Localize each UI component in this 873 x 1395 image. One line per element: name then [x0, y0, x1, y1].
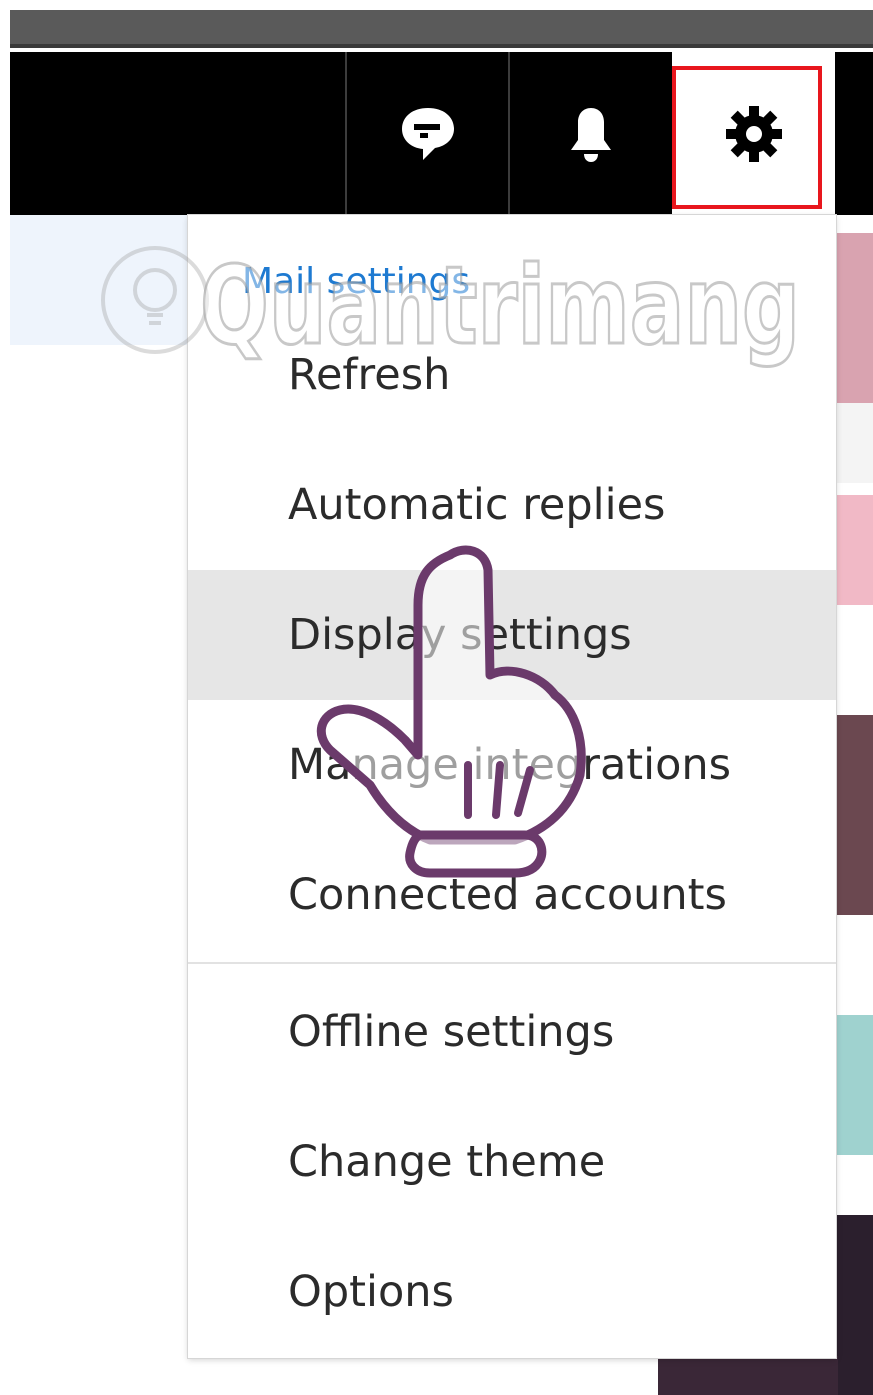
- browser-chrome-bar: [10, 10, 873, 48]
- menu-item-display-settings[interactable]: Display settings: [188, 570, 836, 700]
- settings-dropdown-menu: Mail settings Refresh Automatic replies …: [188, 215, 836, 1358]
- menu-item-options[interactable]: Options: [188, 1227, 836, 1357]
- menu-item-offline-settings[interactable]: Offline settings: [188, 967, 836, 1097]
- settings-button[interactable]: [672, 52, 835, 215]
- menu-divider: [188, 962, 836, 964]
- menu-item-refresh[interactable]: Refresh: [188, 310, 836, 440]
- app-header: [10, 52, 873, 215]
- ad-image: [835, 1015, 873, 1155]
- menu-item-manage-integrations[interactable]: Manage integrations: [188, 700, 836, 830]
- ad-image: [835, 715, 873, 915]
- ad-sidebar: [835, 215, 873, 1395]
- gear-icon: [725, 105, 782, 162]
- chat-icon: [401, 107, 454, 160]
- ad-image: [835, 495, 873, 605]
- ad-image: [835, 403, 873, 483]
- top-strip: [0, 0, 873, 10]
- mail-settings-link[interactable]: Mail settings: [242, 261, 470, 302]
- bell-icon: [570, 107, 611, 162]
- chat-button[interactable]: [347, 52, 508, 215]
- notifications-button[interactable]: [510, 52, 671, 215]
- menu-item-change-theme[interactable]: Change theme: [188, 1097, 836, 1227]
- menu-item-connected-accounts[interactable]: Connected accounts: [188, 830, 836, 960]
- menu-item-automatic-replies[interactable]: Automatic replies: [188, 440, 836, 570]
- ad-image: [835, 233, 873, 403]
- ad-image: [835, 1215, 873, 1395]
- ad-banner: [658, 1356, 838, 1395]
- message-list-pane: [10, 215, 210, 345]
